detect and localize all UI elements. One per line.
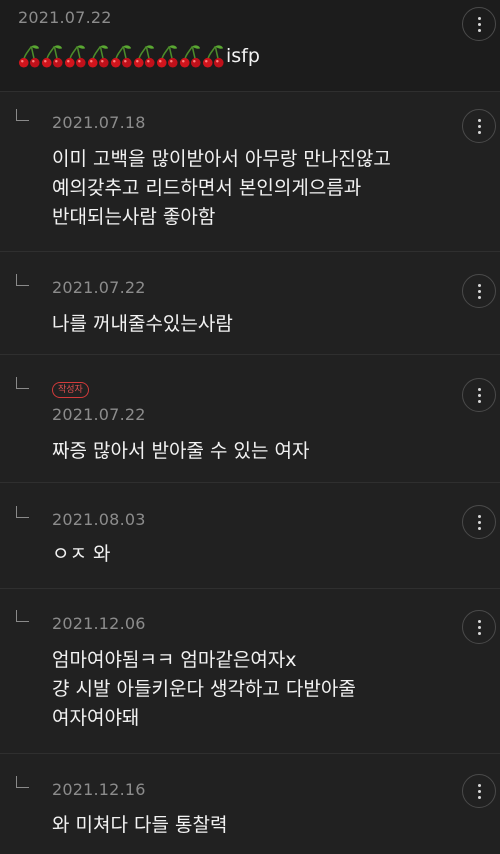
reply-arrow-icon [16,274,29,286]
more-options-button[interactable] [462,109,496,143]
comment-text: 나를 꺼내줄수있는사람 [52,313,233,335]
reply-item: 작성자 2021.07.22 짜증 많아서 받아줄 수 있는 여자 [0,355,500,483]
reply-arrow-icon [16,776,29,788]
comment-date: 2021.12.16 [52,780,146,799]
comment-text: 엄마여야됨ㅋㅋ 엄마같은여자x 걍 시발 아들키운다 생각하고 다받아줄 여자여… [52,649,356,729]
reply-item: 2021.12.06 엄마여야됨ㅋㅋ 엄마같은여자x 걍 시발 아들키운다 생각… [0,589,500,754]
reply-arrow-icon [16,506,29,518]
cherries-emoji-icon [18,45,40,68]
reply-arrow-icon [16,109,29,121]
cherries-emoji-icon [133,45,155,68]
reply-item: 2021.08.03 ㅇㅈ 와 [0,483,500,589]
comment-text: 와 미쳐다 다들 통찰력 [52,814,228,836]
comment-date: 2021.07.22 [52,405,146,424]
reply-arrow-icon [16,610,29,622]
cherries-emoji-icon [202,45,224,68]
cherries-emoji-icon [87,45,109,68]
more-options-button[interactable] [462,774,496,808]
cherries-emoji-icon [41,45,63,68]
comment-text: 이미 고백을 많이받아서 아무랑 만나진않고 예의갖추고 리드하면서 본인의게으… [52,148,391,228]
comment-item: 2021.07.22 isfp [0,0,500,92]
reply-item: 2021.12.16 와 미쳐다 다들 통찰력 [0,754,500,854]
reply-item: 2021.07.22 나를 꺼내줄수있는사람 [0,252,500,355]
comment-text: ㅇㅈ 와 [52,543,111,565]
more-options-button[interactable] [462,7,496,41]
reply-item: 2021.07.18 이미 고백을 많이받아서 아무랑 만나진않고 예의갖추고 … [0,92,500,252]
comment-date: 2021.07.18 [52,113,146,132]
cherries-emoji-icon [156,45,178,68]
reply-arrow-icon [16,377,29,389]
cherries-emoji-icon [179,45,201,68]
comment-text-suffix: isfp [226,45,260,67]
author-badge: 작성자 [52,382,89,398]
more-options-button[interactable] [462,274,496,308]
cherries-emoji-icon [64,45,86,68]
comment-date: 2021.07.22 [52,278,146,297]
comment-text: isfp [18,42,260,70]
comment-date: 2021.12.06 [52,614,146,633]
comment-date: 2021.08.03 [52,510,146,529]
more-options-button[interactable] [462,378,496,412]
cherries-emoji-icon [110,45,132,68]
comment-date: 2021.07.22 [18,8,112,27]
more-options-button[interactable] [462,505,496,539]
comment-text: 짜증 많아서 받아줄 수 있는 여자 [52,440,310,462]
more-options-button[interactable] [462,610,496,644]
